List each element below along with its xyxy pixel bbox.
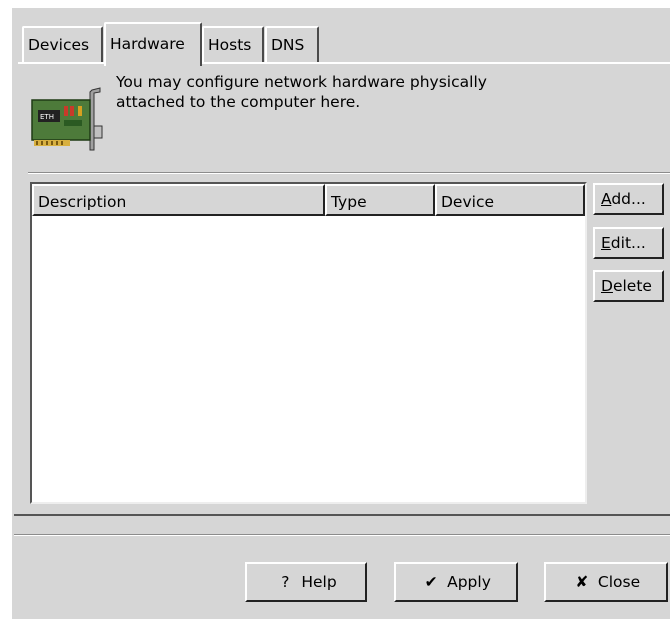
x-icon: ✘ (575, 573, 589, 591)
add-mnemonic: A (601, 190, 612, 208)
apply-label: Apply (447, 573, 491, 591)
separator-top-highlight (28, 173, 670, 174)
tab-dns[interactable]: DNS (265, 26, 319, 62)
delete-button[interactable]: Delete (593, 270, 664, 302)
tab-hosts[interactable]: Hosts (202, 26, 264, 62)
edit-button[interactable]: Edit... (593, 227, 664, 259)
column-device-label: Device (441, 193, 495, 211)
edit-mnemonic: E (601, 234, 611, 252)
edit-label: dit... (610, 234, 646, 252)
add-button[interactable]: Add... (593, 183, 664, 215)
help-label: Help (301, 573, 337, 591)
column-header-description[interactable]: Description (32, 184, 325, 216)
tab-devices[interactable]: Devices (22, 26, 103, 62)
network-card-icon: ETH (28, 86, 108, 156)
question-mark-icon: ? (281, 573, 290, 591)
column-header-device[interactable]: Device (435, 184, 585, 216)
close-label: Close (597, 573, 641, 591)
hardware-list[interactable]: Description Type Device (30, 182, 587, 504)
tab-devices-label: Devices (28, 36, 90, 54)
apply-button[interactable]: ✔ Apply (394, 562, 518, 602)
delete-mnemonic: D (601, 277, 613, 295)
tab-hardware[interactable]: Hardware (104, 22, 202, 66)
description-line-2: attached to the computer here. (116, 93, 361, 111)
add-label: dd... (611, 190, 646, 208)
svg-text:ETH: ETH (40, 113, 54, 121)
description-line-1: You may configure network hardware physi… (116, 73, 487, 91)
separator-footer-highlight (14, 535, 670, 536)
tab-dns-label: DNS (271, 36, 305, 54)
checkmark-icon: ✔ (424, 573, 438, 591)
tab-hardware-label: Hardware (110, 35, 185, 53)
column-type-label: Type (331, 193, 367, 211)
hardware-description: You may configure network hardware physi… (116, 72, 487, 112)
close-button[interactable]: ✘ Close (544, 562, 668, 602)
column-header-type[interactable]: Type (325, 184, 435, 216)
column-description-label: Description (38, 193, 127, 211)
tab-hosts-label: Hosts (208, 36, 252, 54)
help-button[interactable]: ? Help (245, 562, 367, 602)
separator-bottom (14, 514, 670, 516)
delete-label: elete (612, 277, 652, 295)
